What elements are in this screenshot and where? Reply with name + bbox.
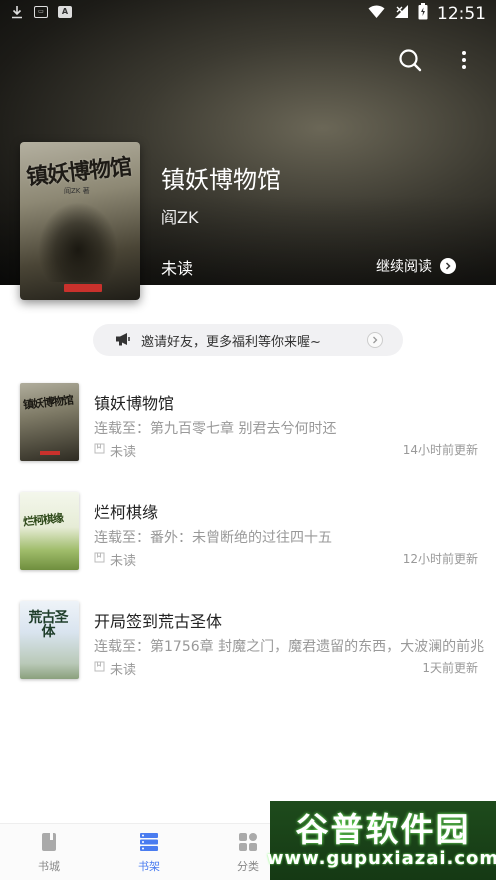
- status-time: 12:51: [437, 3, 486, 24]
- signal-icon: [394, 4, 409, 23]
- list-item[interactable]: 荒古圣体 开局签到荒古圣体 连载至：第1756章 封魔之门，魔君遗留的东西，大波…: [0, 601, 496, 681]
- cover-author-art: 阎ZK 著: [64, 187, 90, 195]
- a-icon: A: [58, 6, 72, 18]
- book-icon: [40, 832, 58, 855]
- battery-icon: [418, 3, 428, 24]
- status-bar: ▭ A 12:51: [0, 0, 496, 26]
- cover-art-text: 镇妖博物馆: [22, 393, 74, 412]
- cover-art-text: 烂柯棋缘: [22, 511, 64, 529]
- publisher-logo: [64, 284, 102, 292]
- shelf-icon: [139, 832, 159, 855]
- book-cover-large[interactable]: 镇妖博物馆 阎ZK 著: [20, 142, 140, 300]
- bookmark-icon: [94, 661, 105, 676]
- nav-label: 书架: [138, 860, 160, 873]
- update-time: 14小时前更新: [402, 443, 478, 457]
- book-cover: 镇妖博物馆: [20, 383, 79, 461]
- nav-item-bookstore[interactable]: 书城: [19, 832, 79, 874]
- read-status: 未读: [161, 259, 194, 278]
- search-icon: [398, 48, 422, 76]
- chevron-right-icon: [440, 258, 456, 274]
- read-status: 未读: [94, 441, 136, 460]
- latest-chapter: 连载至：番外：未曾断绝的过往四十五: [94, 530, 332, 546]
- book-cover: 荒古圣体: [20, 601, 79, 679]
- book-title: 镇妖博物馆: [94, 394, 175, 413]
- book-author: 阎ZK: [161, 208, 199, 227]
- app-icon: ▭: [34, 6, 48, 18]
- cover-figure: [38, 202, 118, 282]
- watermark-title: 谷普软件园: [295, 810, 471, 849]
- wifi-icon: [368, 4, 385, 23]
- search-button[interactable]: [396, 48, 424, 76]
- more-button[interactable]: [450, 48, 478, 76]
- read-status: 未读: [94, 550, 136, 569]
- watermark-url: www.gupuxiazai.com: [266, 848, 496, 869]
- continue-reading-label: 继续阅读: [376, 259, 432, 275]
- list-item[interactable]: 烂柯棋缘 烂柯棋缘 连载至：番外：未曾断绝的过往四十五 未读 12小时前更新: [0, 492, 496, 572]
- download-icon: [10, 5, 24, 19]
- watermark: 谷普软件园 www.gupuxiazai.com: [266, 801, 496, 880]
- invite-banner[interactable]: 邀请好友，更多福利等你来喔~: [93, 324, 403, 356]
- grid-icon: [238, 832, 258, 855]
- cover-art-text: 荒古圣体: [28, 610, 69, 640]
- nav-item-bookshelf[interactable]: 书架: [119, 832, 179, 874]
- more-vertical-icon: [461, 50, 467, 74]
- invite-text: 邀请好友，更多福利等你来喔~: [141, 334, 321, 350]
- update-time: 12小时前更新: [402, 552, 478, 566]
- read-status-label: 未读: [110, 554, 137, 569]
- chevron-right-icon: [367, 332, 383, 348]
- latest-chapter: 连载至：第1756章 封魔之门，魔君遗留的东西，大波澜的前兆: [94, 639, 485, 655]
- book-title: 烂柯棋缘: [94, 503, 159, 522]
- nav-label: 分类: [237, 860, 259, 873]
- list-item[interactable]: 镇妖博物馆 镇妖博物馆 连载至：第九百零七章 别君去兮何时还 未读 14小时前更…: [0, 383, 496, 463]
- megaphone-icon: [115, 331, 131, 350]
- book-cover: 烂柯棋缘: [20, 492, 79, 570]
- book-title: 开局签到荒古圣体: [94, 612, 223, 631]
- book-title: 镇妖博物馆: [161, 166, 281, 194]
- update-time: 1天前更新: [422, 661, 478, 675]
- continue-reading-button[interactable]: 继续阅读: [376, 256, 456, 276]
- bookmark-icon: [94, 552, 105, 567]
- read-status: 未读: [94, 659, 136, 678]
- bookmark-icon: [94, 443, 105, 458]
- publisher-logo: [40, 451, 60, 455]
- read-status-label: 未读: [110, 445, 137, 460]
- read-status-label: 未读: [110, 663, 137, 678]
- latest-chapter: 连载至：第九百零七章 别君去兮何时还: [94, 421, 337, 437]
- nav-label: 书城: [38, 860, 60, 873]
